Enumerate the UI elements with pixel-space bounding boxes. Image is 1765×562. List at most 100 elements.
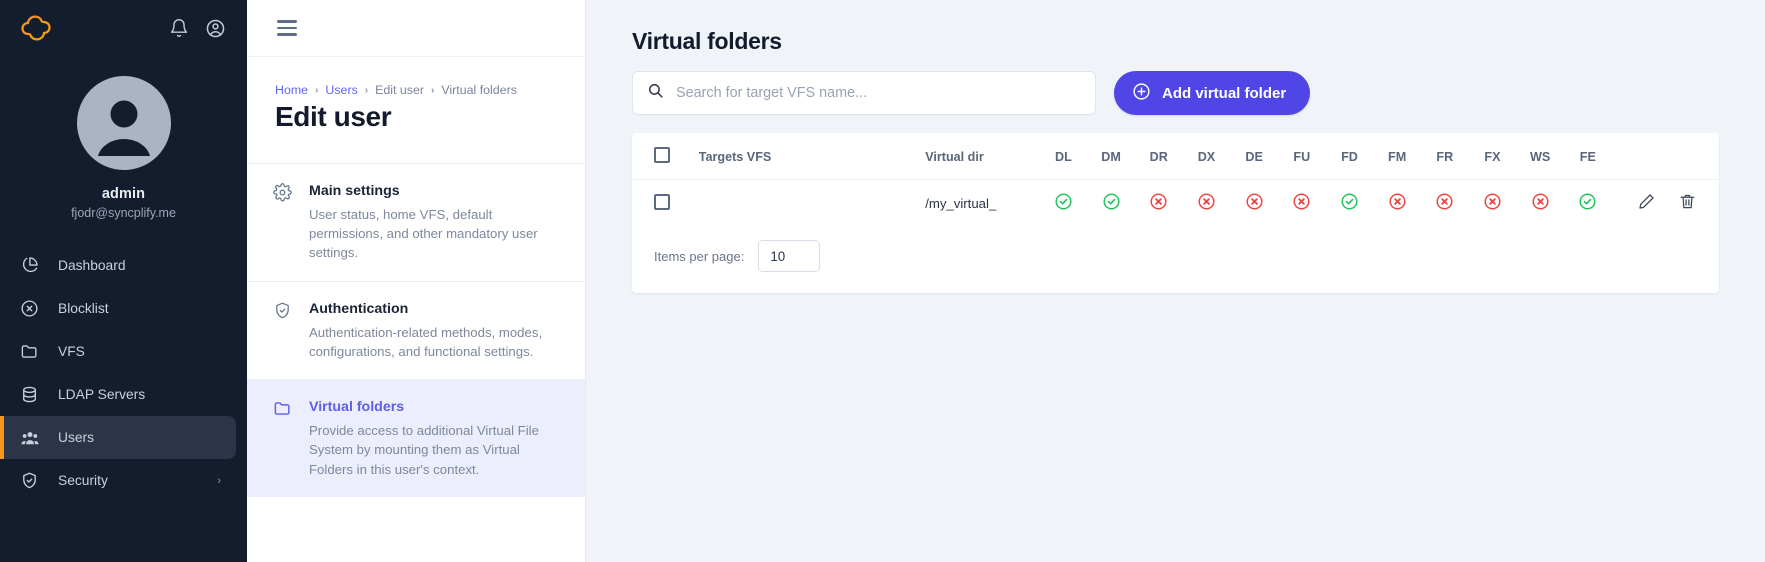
sidebar-item-label: Blocklist (58, 301, 109, 316)
header-fu[interactable]: FU (1278, 133, 1326, 180)
folder-icon (273, 398, 303, 479)
header-dl[interactable]: DL (1040, 133, 1088, 180)
breadcrumb: Home › Users › Edit user › Virtual folde… (275, 83, 557, 97)
plus-circle-icon (1132, 82, 1151, 105)
cell-flag-ws (1516, 179, 1564, 226)
x-circle-icon (1435, 192, 1454, 211)
add-virtual-folder-button[interactable]: Add virtual folder (1114, 71, 1311, 115)
sidebar-item-vfs[interactable]: VFS (0, 330, 247, 373)
content-topbar (247, 0, 585, 56)
header-de[interactable]: DE (1230, 133, 1278, 180)
shield-check-icon (20, 471, 50, 490)
notifications-bell-icon[interactable] (161, 10, 197, 46)
header-fx[interactable]: FX (1469, 133, 1517, 180)
breadcrumb-item-edit-user[interactable]: Edit user (375, 83, 424, 97)
sidebar-user-block: admin fjodr@syncplify.me (0, 56, 247, 220)
section-item-virtual-folders[interactable]: Virtual folders Provide access to additi… (247, 379, 585, 497)
sidebar-nav: Dashboard Blocklist VFS LDAP Servers Use… (0, 244, 247, 502)
gear-icon (273, 182, 303, 263)
cell-virtual-dir: /my_virtual_ (925, 179, 1040, 226)
sidebar-item-label: VFS (58, 344, 85, 359)
hamburger-bar (277, 33, 297, 36)
table-body: /my_virtual_ (632, 179, 1719, 226)
cell-flag-dx (1182, 179, 1231, 226)
cell-flag-de (1230, 179, 1278, 226)
cell-flag-fx (1468, 179, 1517, 226)
section-description: User status, home VFS, default permissio… (309, 207, 538, 261)
header-actions (1612, 133, 1719, 180)
virtual-folders-table-card: Targets VFS Virtual dir DL DM DR DX DE F… (632, 133, 1719, 293)
items-per-page-select[interactable]: 10 (758, 240, 821, 272)
sidebar-item-ldap-servers[interactable]: LDAP Servers (0, 373, 247, 416)
section-title: Main settings (309, 183, 400, 199)
search-row: Add virtual folder (632, 71, 1719, 115)
search-box[interactable] (632, 71, 1096, 115)
sidebar-item-dashboard[interactable]: Dashboard (0, 244, 247, 287)
breadcrumb-item-virtual-folders: Virtual folders (441, 83, 517, 97)
circle-x-icon (20, 299, 50, 318)
section-item-main-settings[interactable]: Main settings User status, home VFS, def… (247, 163, 585, 281)
sidebar-user-email: fjodr@syncplify.me (71, 206, 176, 220)
breadcrumb-item-users[interactable]: Users (325, 83, 357, 97)
table-row[interactable]: /my_virtual_ (632, 179, 1719, 226)
header-targets-vfs[interactable]: Targets VFS (699, 133, 925, 180)
sidebar-item-label: Users (58, 430, 95, 445)
x-circle-icon (1388, 192, 1407, 211)
main-title: Virtual folders (632, 28, 782, 54)
select-all-header (632, 133, 699, 180)
delete-row-icon[interactable] (1678, 192, 1697, 211)
user-avatar-icon (76, 76, 171, 170)
header-fd[interactable]: FD (1326, 133, 1374, 180)
virtual-folders-table: Targets VFS Virtual dir DL DM DR DX DE F… (632, 133, 1719, 226)
header-fe[interactable]: FE (1564, 133, 1612, 180)
breadcrumb-separator-icon: › (431, 84, 435, 96)
row-checkbox[interactable] (654, 193, 670, 210)
pagination-row: Items per page: 10 (632, 226, 1719, 288)
sidebar-topbar (0, 0, 247, 56)
header-fr[interactable]: FR (1421, 133, 1469, 180)
sidebar-item-security[interactable]: Security › (0, 459, 247, 502)
select-all-checkbox[interactable] (654, 147, 670, 163)
header-dm[interactable]: DM (1087, 133, 1135, 180)
cell-flag-fd (1325, 179, 1374, 226)
sidebar-item-blocklist[interactable]: Blocklist (0, 287, 247, 330)
hamburger-menu-icon[interactable] (277, 16, 297, 40)
section-body: Authentication Authentication-related me… (303, 300, 559, 361)
x-circle-icon (1292, 192, 1311, 211)
search-input[interactable] (676, 85, 1081, 101)
table-head: Targets VFS Virtual dir DL DM DR DX DE F… (632, 133, 1719, 180)
cell-targets-vfs (698, 179, 926, 226)
syncplify-cloud-logo[interactable] (18, 13, 54, 43)
header-virtual-dir[interactable]: Virtual dir (925, 133, 1039, 180)
cell-flag-dl (1039, 179, 1088, 226)
edit-row-icon[interactable] (1637, 192, 1656, 211)
sidebar-user-name: admin (101, 186, 146, 202)
breadcrumb-item-home[interactable]: Home (275, 83, 308, 97)
sidebar-item-users[interactable]: Users (0, 416, 236, 459)
cell-flag-dm (1087, 179, 1135, 226)
x-circle-icon (1197, 192, 1216, 211)
section-body: Virtual folders Provide access to additi… (303, 398, 559, 479)
items-per-page-label: Items per page: (654, 248, 745, 264)
cell-flag-dr (1134, 179, 1183, 226)
sidebar-item-label: Security (58, 473, 108, 488)
check-circle-icon (1340, 192, 1359, 211)
section-title: Authentication (309, 300, 409, 317)
chevron-right-icon: › (217, 474, 221, 487)
section-item-authentication[interactable]: Authentication Authentication-related me… (247, 280, 585, 379)
x-circle-icon (1531, 192, 1550, 211)
header-dx[interactable]: DX (1183, 133, 1231, 180)
check-circle-icon (1578, 192, 1597, 211)
header-fm[interactable]: FM (1373, 133, 1421, 180)
breadcrumb-block: Home › Users › Edit user › Virtual folde… (247, 56, 585, 133)
header-dr[interactable]: DR (1135, 133, 1183, 180)
folder-icon (20, 342, 50, 361)
section-description: Provide access to additional Virtual Fil… (309, 423, 539, 477)
x-circle-icon (1483, 192, 1502, 211)
header-ws[interactable]: WS (1516, 133, 1564, 180)
virtual-dir-value: /my_virtual_ (925, 195, 997, 211)
account-circle-icon[interactable] (197, 10, 233, 46)
check-circle-icon (1054, 192, 1073, 211)
cell-flag-fm (1373, 179, 1421, 226)
main-inner: Virtual folders Ad (586, 28, 1765, 293)
